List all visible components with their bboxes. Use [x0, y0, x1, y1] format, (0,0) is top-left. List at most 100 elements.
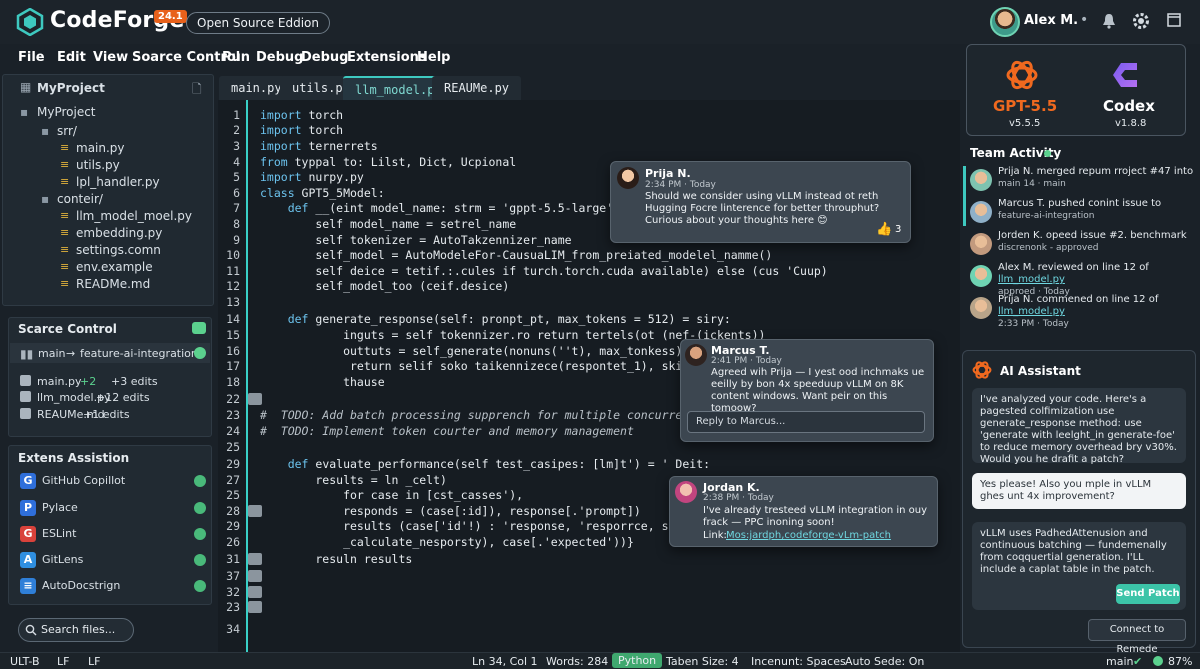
tree-file[interactable]: lpl_handler.py [76, 175, 160, 189]
extension-enabled-icon[interactable] [194, 554, 206, 566]
code-line[interactable]: def evaluate_performance(self test_casip… [260, 457, 710, 471]
code-line[interactable]: for case in [cst_casses'), [260, 488, 523, 502]
code-line[interactable]: def __(eint model_name: strm = 'gppt-5.5… [260, 201, 620, 215]
code-line[interactable]: def generate_response(self: pronpt_pt, m… [260, 312, 731, 326]
comment-link[interactable]: Mos:jardph,codeforge-vLm-patch [726, 530, 891, 542]
status-eol[interactable]: LF [57, 655, 69, 668]
tree-file[interactable]: utils.py [76, 158, 120, 172]
extension-name[interactable]: Pylace [42, 501, 78, 514]
code-line[interactable]: self_model = AutoModeleFor-CausuaLIM_fro… [260, 248, 772, 262]
checkbox-icon[interactable] [20, 375, 31, 386]
save-icon[interactable]: 🗋 [192, 80, 202, 101]
connect-remote-button[interactable]: Connect to Remede [1088, 619, 1186, 655]
activity-link[interactable]: llm_model.py [998, 306, 1065, 317]
code-line[interactable]: responds = (case[:id]), response[.'promp… [260, 504, 641, 518]
changed-file-row[interactable]: main.py [20, 375, 81, 388]
extension-name[interactable]: AutoDocstrign [42, 579, 120, 592]
gear-icon[interactable] [1131, 11, 1151, 31]
code-line[interactable]: self deice = tetif.:.cules if turch.torc… [260, 264, 827, 278]
menu-extensions[interactable]: Extensions [347, 50, 427, 65]
activity-item[interactable]: Prija N. commened on line 12 of llm_mode… [998, 294, 1194, 330]
model-gpt-name[interactable]: GPT-5.5 [993, 97, 1057, 115]
menu-debug[interactable]: Debug [256, 50, 303, 65]
code-line[interactable]: import ternerrets [260, 139, 378, 153]
code-line[interactable]: import torch [260, 108, 343, 122]
code-line[interactable]: results = ln _celt) [260, 473, 447, 487]
code-line[interactable]: class GPT5_5Model: [260, 186, 385, 200]
status-branch[interactable]: main [1106, 655, 1133, 668]
send-patch-button[interactable]: Send Patch [1116, 584, 1180, 604]
user-avatar[interactable] [990, 7, 1020, 37]
breakpoint-marker[interactable] [248, 586, 262, 598]
tree-file[interactable]: main.py [76, 141, 125, 155]
tab-reaume-py[interactable]: REAUMe.py [432, 76, 522, 100]
status-eol-2[interactable]: LF [88, 655, 100, 668]
thumbs-up-icon[interactable]: 👍 [876, 222, 892, 237]
status-autosave[interactable]: Auto Sede: On [845, 655, 924, 668]
breakpoint-marker[interactable] [248, 505, 262, 517]
extension-enabled-icon[interactable] [194, 580, 206, 592]
code-line[interactable]: import torch [260, 123, 343, 137]
menu-debug-2[interactable]: Debug [301, 50, 348, 65]
breakpoint-marker[interactable] [248, 570, 262, 582]
status-battery: 87% [1168, 655, 1193, 668]
code-line[interactable]: import nurpy.py [260, 170, 364, 184]
more-icon[interactable]: • [1080, 12, 1088, 28]
tree-folder[interactable]: srr/ [57, 124, 77, 138]
tree-root[interactable]: MyProject [37, 105, 96, 119]
code-line[interactable]: results (case['id'!) : 'response, 'respo… [260, 519, 703, 533]
menu-file[interactable]: File [18, 50, 45, 65]
tree-file[interactable]: READMe.md [76, 277, 150, 291]
code-line[interactable]: resuln results [260, 552, 412, 566]
edition-badge[interactable]: Open Source Eddion [186, 12, 330, 34]
activity-item[interactable]: Jorden K. opeed issue #2. benchmark discr… [998, 230, 1194, 254]
code-line[interactable]: self tokenizer = AutoTakzennizer_name [260, 233, 571, 247]
code-line[interactable]: self model_name = setrel_name [260, 217, 516, 231]
code-line[interactable]: thause [260, 375, 385, 389]
breakpoint-marker[interactable] [248, 601, 262, 613]
code-line[interactable]: from typpal to: Lilst, Dict, Ucpional [260, 155, 516, 169]
menu-run[interactable]: Pun [222, 50, 250, 65]
activity-item[interactable]: Alex M. reviewed on line 12 of llm_model… [998, 262, 1194, 298]
code-line[interactable]: self_model_too (ceif.desice) [260, 279, 509, 293]
tree-file[interactable]: embedding.py [76, 226, 162, 240]
bell-icon[interactable] [1100, 12, 1118, 30]
breakpoint-marker[interactable] [248, 393, 262, 405]
code-line[interactable]: # TODO: Implement token courter and memo… [260, 424, 634, 438]
activity-item[interactable]: Marcus T. pushed conint issue to feature-… [998, 198, 1194, 222]
sync-status-icon [1153, 656, 1163, 666]
status-position[interactable]: Ln 34, Col 1 [472, 655, 538, 668]
model-codex-name[interactable]: Codex [1103, 97, 1155, 115]
extension-enabled-icon[interactable] [194, 475, 206, 487]
code-line[interactable]: outtuts = self_generate(nonuns(''t), max… [260, 344, 689, 358]
tree-file[interactable]: settings.comn [76, 243, 161, 257]
activity-item[interactable]: Prija N. merged repum rroject #47 into ma… [998, 166, 1194, 190]
line-number: 6 [233, 186, 240, 200]
menu-edit[interactable]: Edit [57, 50, 86, 65]
extension-name[interactable]: GitHub Copillot [42, 474, 125, 487]
status-language[interactable]: Python [612, 653, 663, 668]
extension-enabled-icon[interactable] [194, 502, 206, 514]
user-name[interactable]: Alex M. [1024, 13, 1078, 28]
sync-icon[interactable] [192, 322, 206, 334]
extension-name[interactable]: GitLens [42, 553, 83, 566]
line-number: 12 [226, 279, 240, 293]
code-line[interactable]: _calculate_nesporsty), case[.'expected')… [260, 535, 634, 549]
status-tab-size[interactable]: Taben Size: 4 [666, 655, 739, 668]
checkbox-icon[interactable] [20, 408, 31, 419]
menu-view[interactable]: View [93, 50, 128, 65]
reply-input[interactable]: Reply to Marcus... [687, 411, 925, 433]
tree-folder[interactable]: conteir/ [57, 192, 103, 206]
tree-file[interactable]: llm_model_moel.py [76, 209, 192, 223]
breakpoint-marker[interactable] [248, 553, 262, 565]
checkbox-icon[interactable] [20, 391, 31, 402]
activity-link[interactable]: llm_model.py [998, 274, 1065, 285]
status-indent[interactable]: Incenunt: Spaces [751, 655, 846, 668]
tree-file[interactable]: env.example [76, 260, 153, 274]
window-icon[interactable] [1166, 12, 1182, 28]
status-encoding[interactable]: ULT-B [10, 655, 40, 668]
menu-help[interactable]: Help [417, 50, 450, 65]
extension-name[interactable]: ESLint [42, 527, 76, 540]
line-number: 16 [226, 344, 240, 358]
extension-enabled-icon[interactable] [194, 528, 206, 540]
